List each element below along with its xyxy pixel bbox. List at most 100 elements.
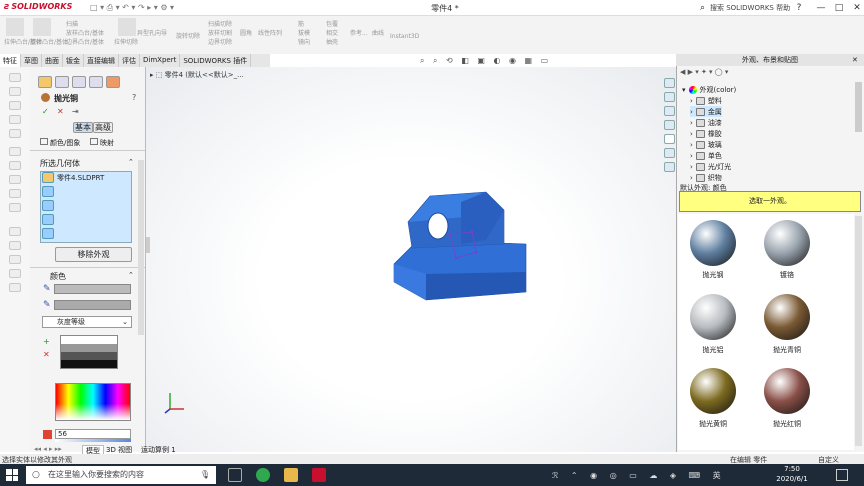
palette-icon[interactable] bbox=[664, 148, 675, 158]
ribbon-item[interactable]: 异型孔向导 bbox=[137, 28, 167, 37]
tool-icon[interactable] bbox=[9, 269, 21, 278]
grayscale-palette[interactable] bbox=[60, 335, 118, 369]
polished-aluminum-swatch[interactable] bbox=[690, 294, 736, 340]
tree-item[interactable]: › 单色 bbox=[690, 150, 722, 161]
tab-mapping[interactable]: 映射 bbox=[90, 138, 114, 148]
remove-swatch-icon[interactable]: ✕ bbox=[43, 350, 50, 359]
tab-features[interactable]: 特征 bbox=[0, 54, 21, 67]
ribbon-item[interactable]: 圆角 bbox=[240, 28, 252, 37]
minimize-button[interactable]: — bbox=[814, 1, 828, 15]
ribbon-item[interactable]: 抽壳 bbox=[326, 37, 338, 46]
ribbon-item[interactable]: 相交 bbox=[326, 28, 338, 37]
tool-icon[interactable] bbox=[9, 115, 21, 124]
tool-icon[interactable] bbox=[9, 161, 21, 170]
body-filter-icon[interactable] bbox=[42, 186, 54, 197]
ok-icon[interactable]: ✓ bbox=[42, 107, 49, 116]
part-filter-icon[interactable] bbox=[42, 172, 54, 183]
ribbon-item[interactable]: 旋转凸台/基体 bbox=[30, 37, 68, 46]
ribbon-item[interactable]: 边界凸台/基体 bbox=[66, 37, 104, 46]
collapse-icon[interactable]: ⌃ bbox=[128, 158, 134, 166]
palette-select[interactable]: 灰度等级 ⌄ bbox=[42, 316, 132, 328]
tree-item[interactable]: › 橡胶 bbox=[690, 128, 722, 139]
custom-props-icon[interactable] bbox=[664, 162, 675, 172]
value-input[interactable]: 56 bbox=[55, 429, 131, 439]
tool-icon[interactable] bbox=[9, 189, 21, 198]
close-pane-icon[interactable]: ✕ bbox=[852, 56, 858, 64]
notification-icon[interactable] bbox=[836, 469, 848, 481]
revolve-boss-icon[interactable] bbox=[33, 18, 51, 36]
tab-sheet-metal[interactable]: 钣金 bbox=[63, 54, 84, 67]
value-slider[interactable] bbox=[55, 439, 131, 442]
help-search-input[interactable]: 搜索 SOLIDWORKS 帮助 bbox=[710, 3, 800, 15]
tab-scroll-arrows[interactable]: ◂◂ ◂ ▸ ▸▸ bbox=[34, 445, 62, 453]
remove-appearance-button[interactable]: 移除外观 bbox=[55, 247, 132, 262]
ribbon-item[interactable]: 包覆 bbox=[326, 19, 338, 28]
ribbon-item[interactable]: 扫描 bbox=[66, 19, 78, 28]
wechat-icon[interactable] bbox=[256, 468, 270, 482]
list-item[interactable]: 零件4.SLDPRT bbox=[57, 173, 104, 183]
ribbon-item[interactable]: 线性阵列 bbox=[258, 28, 282, 37]
tree-item[interactable]: › 塑料 bbox=[690, 95, 722, 106]
feature-tree-tab-icon[interactable] bbox=[38, 76, 52, 88]
face-filter-icon[interactable] bbox=[42, 214, 54, 225]
ribbon-item[interactable]: 曲线 bbox=[372, 28, 384, 37]
ribbon-item[interactable]: 旋转切除 bbox=[176, 31, 200, 40]
tab-evaluate[interactable]: 评估 bbox=[119, 54, 140, 67]
close-button[interactable]: ✕ bbox=[850, 1, 864, 15]
tool-icon[interactable] bbox=[9, 147, 21, 156]
tool-icon[interactable] bbox=[9, 227, 21, 236]
library-icon[interactable] bbox=[664, 106, 675, 116]
microphone-icon[interactable]: 🎙 bbox=[200, 470, 210, 479]
layer-filter-icon[interactable] bbox=[42, 228, 54, 239]
feature-tree-flyout[interactable]: ▸ ⬚ 零件4 (默认<<默认>_... bbox=[150, 70, 244, 80]
tree-item[interactable]: › 光/灯光 bbox=[690, 161, 731, 172]
polished-bronze-swatch[interactable] bbox=[764, 294, 810, 340]
tool-icon[interactable] bbox=[9, 203, 21, 212]
ribbon-item[interactable]: 筋 bbox=[298, 19, 304, 28]
property-tab-icon[interactable] bbox=[55, 76, 69, 88]
chrome-swatch[interactable] bbox=[764, 220, 810, 266]
tool-icon[interactable] bbox=[9, 87, 21, 96]
ribbon-item[interactable]: 参考... bbox=[350, 28, 368, 37]
tab-sketch[interactable]: 草图 bbox=[21, 54, 42, 67]
tree-item-selected[interactable]: › 金属 bbox=[690, 106, 722, 117]
collapse-icon[interactable]: ⌃ bbox=[128, 271, 134, 279]
display-tab-icon[interactable] bbox=[106, 76, 120, 88]
taskbar-search-input[interactable]: 在这里输入你要搜索的内容 bbox=[26, 466, 216, 484]
solidworks-taskbar-icon[interactable] bbox=[312, 468, 326, 482]
pm-scrollbar[interactable] bbox=[138, 160, 144, 335]
tab-dimxpert[interactable]: DimXpert bbox=[140, 54, 181, 67]
tab-surfaces[interactable]: 曲面 bbox=[42, 54, 63, 67]
tree-item[interactable]: › 油漆 bbox=[690, 117, 722, 128]
ribbon-item[interactable]: 放样凸台/基体 bbox=[66, 28, 104, 37]
tool-icon[interactable] bbox=[9, 283, 21, 292]
tree-root[interactable]: ▾ 外观(color) bbox=[682, 84, 736, 95]
extrude-boss-icon[interactable] bbox=[6, 18, 24, 36]
file-explorer-icon[interactable] bbox=[664, 120, 675, 130]
eyedropper-icon[interactable]: ✎ bbox=[43, 284, 51, 294]
basic-mode-button[interactable]: 基本 bbox=[73, 122, 93, 133]
ribbon-item[interactable]: 放样切割 bbox=[208, 28, 232, 37]
windows-start-icon[interactable] bbox=[6, 469, 18, 481]
add-swatch-icon[interactable]: + bbox=[43, 337, 50, 346]
ribbon-item[interactable]: 拔模 bbox=[298, 28, 310, 37]
dimxpert-tab-icon[interactable] bbox=[89, 76, 103, 88]
tree-item[interactable]: › 玻璃 bbox=[690, 139, 722, 150]
heads-up-view-toolbar[interactable]: ⌕ ⌕ ⟲ ◧ ▣ ◐ ◉ ▦ ▭ bbox=[420, 56, 580, 66]
maximize-button[interactable]: □ bbox=[832, 1, 846, 15]
help-icon[interactable]: ? bbox=[132, 93, 136, 102]
system-tray-icons[interactable]: ℛ ⌃ ◉ ◎ ▭ ☁ ◈ ⌨ 英 bbox=[552, 470, 726, 481]
solidworks-logo[interactable]: ƨ SOLIDWORKS bbox=[4, 2, 72, 12]
cancel-icon[interactable]: ✕ bbox=[57, 107, 64, 116]
tool-icon[interactable] bbox=[9, 73, 21, 82]
pane-nav-toolbar[interactable]: ◀ ▶ ▾ ✦ ▾ ◯ ▾ bbox=[680, 68, 728, 76]
polished-steel-swatch[interactable] bbox=[690, 220, 736, 266]
file-explorer-icon[interactable] bbox=[284, 468, 298, 482]
color-swatch-secondary[interactable] bbox=[54, 300, 131, 310]
ribbon-item[interactable]: Instant3D bbox=[390, 33, 419, 40]
feature-filter-icon[interactable] bbox=[42, 200, 54, 211]
tree-item[interactable]: › 织物 bbox=[690, 172, 722, 183]
tree-scrollbar[interactable] bbox=[855, 82, 862, 132]
ribbon-item[interactable]: 边界切除 bbox=[208, 37, 232, 46]
resources-icon[interactable] bbox=[664, 92, 675, 102]
